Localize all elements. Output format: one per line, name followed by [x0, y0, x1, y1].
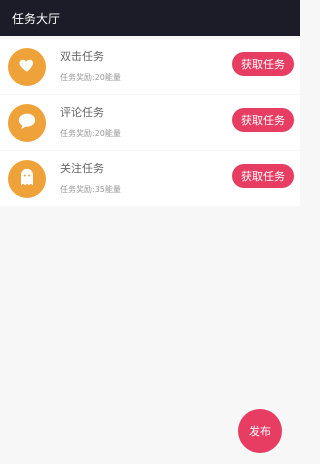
page-title: 任务大厅 — [12, 11, 61, 26]
heart-icon — [18, 56, 36, 78]
task-title: 关注任务 — [60, 162, 104, 175]
task-title: 双击任务 — [60, 50, 104, 63]
title-bar: 任务大厅 — [0, 0, 300, 36]
task-icon-circle — [8, 159, 46, 198]
task-card-comment: 评论任务 任务奖励:20能量 获取任务 — [0, 95, 300, 150]
task-reward: 任务奖励:20能量 — [60, 129, 121, 138]
comment-icon — [17, 112, 37, 134]
get-task-button[interactable]: 获取任务 — [232, 108, 294, 132]
task-list: 双击任务 任务奖励:20能量 获取任务 评论任务 任务奖励:20能量 获取任务 — [0, 36, 300, 206]
publish-button[interactable]: 发布 — [238, 409, 282, 453]
task-reward: 任务奖励:20能量 — [60, 73, 121, 82]
task-icon-circle — [8, 47, 46, 86]
task-title: 评论任务 — [60, 106, 104, 119]
task-card-double-tap: 双击任务 任务奖励:20能量 获取任务 — [0, 39, 300, 94]
task-reward: 任务奖励:35能量 — [60, 185, 121, 194]
get-task-button[interactable]: 获取任务 — [232, 164, 294, 188]
task-icon-circle — [8, 103, 46, 142]
get-task-button[interactable]: 获取任务 — [232, 52, 294, 76]
ghost-face-icon — [18, 167, 36, 191]
task-card-follow: 关注任务 任务奖励:35能量 获取任务 — [0, 151, 300, 206]
